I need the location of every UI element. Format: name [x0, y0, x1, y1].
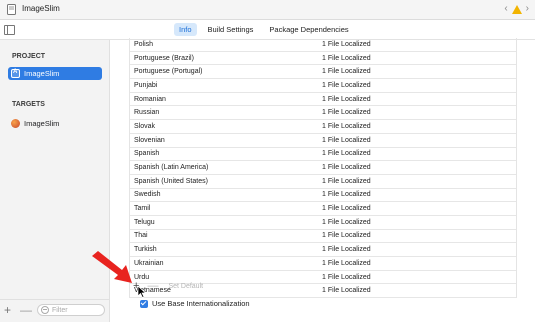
mouse-cursor-icon [138, 286, 147, 298]
project-document-icon [7, 4, 16, 15]
table-row[interactable]: Spanish (United States) 1 File Localized [130, 175, 516, 189]
table-row[interactable]: Spanish 1 File Localized [130, 148, 516, 162]
language-cell: Portuguese (Brazil) [134, 54, 194, 62]
app-target-icon [11, 119, 20, 128]
resources-status-cell: 1 File Localized [322, 81, 371, 89]
filter-placeholder: Filter [52, 306, 68, 314]
table-row[interactable]: Portuguese (Portugal) 1 File Localized [130, 65, 516, 80]
sidebar-item-project[interactable]: ImageSlim [8, 67, 102, 80]
resources-status-cell: 1 File Localized [322, 191, 371, 199]
resources-status-cell: 1 File Localized [322, 109, 371, 117]
back-chevron-icon[interactable]: ‹ [504, 3, 507, 15]
project-section-header: PROJECT [12, 53, 46, 60]
table-row[interactable]: Turkish 1 File Localized [130, 243, 516, 257]
table-row[interactable]: Tamil 1 File Localized [130, 202, 516, 216]
set-default-button[interactable]: Set Default [168, 283, 203, 290]
sidebar-item-label: ImageSlim [24, 69, 60, 78]
localization-controls: + — Set Default [129, 279, 515, 293]
language-cell: Portuguese (Portugal) [134, 68, 203, 76]
language-cell: Ukrainian [134, 259, 164, 267]
forward-chevron-icon[interactable]: › [526, 3, 529, 15]
table-row[interactable]: Slovenian 1 File Localized [130, 134, 516, 148]
table-row[interactable]: Punjabi 1 File Localized [130, 79, 516, 93]
filter-field[interactable]: Filter [37, 304, 105, 316]
warning-icon[interactable] [511, 4, 522, 14]
window-title: ImageSlim [22, 4, 60, 13]
add-target-button[interactable]: + [4, 303, 11, 317]
resources-status-cell: 1 File Localized [322, 54, 371, 62]
resources-status-cell: 1 File Localized [322, 40, 371, 48]
table-row[interactable]: Romanian 1 File Localized [130, 93, 516, 107]
language-cell: Slovak [134, 122, 156, 130]
resources-status-cell: 1 File Localized [322, 122, 371, 130]
editor-tab-bar: Info Build Settings Package Dependencies [0, 20, 535, 40]
language-cell: Polish [134, 40, 154, 48]
remove-localization-button[interactable]: — [147, 280, 158, 292]
language-cell: Turkish [134, 246, 157, 254]
table-row[interactable]: Ukrainian 1 File Localized [130, 257, 516, 271]
resources-status-cell: 1 File Localized [322, 95, 371, 103]
sidebar-item-label: ImageSlim [24, 119, 60, 128]
table-row[interactable]: Spanish (Latin America) 1 File Localized [130, 161, 516, 175]
targets-section-header: TARGETS [12, 101, 45, 108]
navigation-controls: ‹ › [504, 3, 529, 15]
language-cell: Punjabi [134, 81, 158, 89]
base-internationalization-option[interactable]: Use Base Internationalization [140, 299, 250, 308]
language-cell: Tamil [134, 205, 151, 213]
language-cell: Telugu [134, 218, 155, 226]
resources-status-cell: 1 File Localized [322, 218, 371, 226]
project-icon [11, 69, 20, 78]
table-row[interactable]: Russian 1 File Localized [130, 106, 516, 121]
language-cell: Romanian [134, 95, 166, 103]
window-titlebar: ImageSlim ‹ › [0, 0, 535, 20]
base-internationalization-checkbox[interactable] [140, 299, 148, 308]
tab-build-settings[interactable]: Build Settings [203, 23, 259, 36]
table-row[interactable]: Swedish 1 File Localized [130, 189, 516, 203]
resources-status-cell: 1 File Localized [322, 164, 371, 172]
sidebar-item-target[interactable]: ImageSlim [8, 117, 102, 130]
resources-status-cell: 1 File Localized [322, 232, 371, 240]
localizations-table: Polish 1 File Localized Portuguese (Brazil… [129, 38, 517, 299]
language-cell: Spanish [134, 150, 160, 158]
language-cell: Slovenian [134, 136, 165, 144]
settings-tabs: Info Build Settings Package Dependencies [174, 23, 354, 36]
tab-package-dependencies[interactable]: Package Dependencies [264, 23, 353, 36]
remove-target-button[interactable]: — [20, 303, 32, 317]
language-cell: Spanish (United States) [134, 177, 208, 185]
base-internationalization-label: Use Base Internationalization [152, 299, 250, 308]
table-row[interactable]: Polish 1 File Localized [130, 38, 516, 52]
language-cell: Swedish [134, 191, 161, 199]
tab-info[interactable]: Info [174, 23, 197, 36]
table-row[interactable]: Telugu 1 File Localized [130, 216, 516, 230]
language-cell: Russian [134, 109, 160, 117]
resources-status-cell: 1 File Localized [322, 150, 371, 158]
resources-status-cell: 1 File Localized [322, 246, 371, 254]
table-row[interactable]: Slovak 1 File Localized [130, 120, 516, 134]
language-cell: Spanish (Latin America) [134, 164, 209, 172]
table-row[interactable]: Portuguese (Brazil) 1 File Localized [130, 52, 516, 66]
resources-status-cell: 1 File Localized [322, 205, 371, 213]
project-sidebar: PROJECT ImageSlim TARGETS ImageSlim + — … [0, 40, 110, 322]
resources-status-cell: 1 File Localized [322, 177, 371, 185]
sidebar-footer: + — Filter [0, 299, 109, 322]
filter-icon [41, 306, 49, 314]
language-cell: Thai [134, 232, 148, 240]
resources-status-cell: 1 File Localized [322, 68, 371, 76]
resources-status-cell: 1 File Localized [322, 136, 371, 144]
resources-status-cell: 1 File Localized [322, 259, 371, 267]
table-row[interactable]: Thai 1 File Localized [130, 230, 516, 244]
sidebar-toggle-icon[interactable] [4, 25, 15, 35]
